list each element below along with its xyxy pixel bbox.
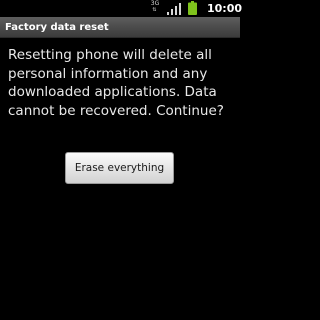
factory-reset-screen: 3G ⇅ 10:00 Factory data reset Resetting …: [0, 0, 243, 320]
signal-icon: [167, 3, 181, 15]
erase-everything-button[interactable]: Erase everything: [65, 152, 174, 184]
dialog-title-bar: Factory data reset: [0, 17, 240, 38]
network-type-label: 3G: [150, 0, 160, 7]
network-activity-arrows: ⇅: [152, 7, 158, 13]
page-title: Factory data reset: [5, 22, 109, 33]
message-line: downloaded applications. Data: [8, 84, 217, 100]
network-type-icon: 3G ⇅: [148, 1, 162, 15]
message-line: personal information and any: [8, 65, 208, 82]
message-line: cannot be recovered. Continue?: [8, 102, 224, 119]
status-bar: 3G ⇅ 10:00: [0, 0, 243, 17]
battery-icon: [188, 1, 197, 15]
reset-warning-message: Resetting phone will delete all personal…: [8, 46, 238, 120]
message-line: Resetting phone will delete all: [8, 47, 212, 63]
status-clock: 10:00: [207, 2, 243, 15]
